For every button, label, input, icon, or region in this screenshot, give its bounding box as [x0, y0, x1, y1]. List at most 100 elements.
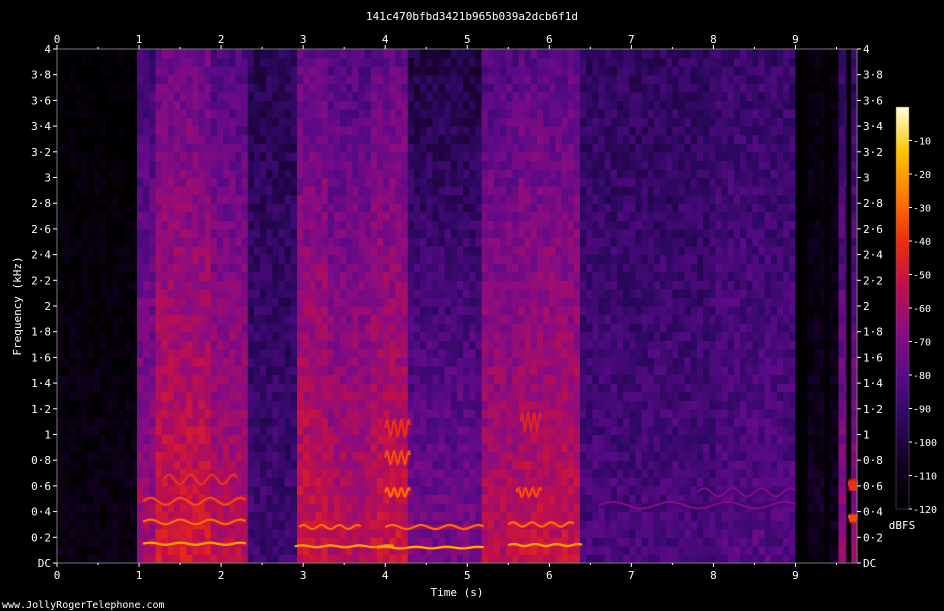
heatmap-cell — [63, 143, 70, 153]
heatmap-cell — [481, 365, 489, 376]
heatmap-cell — [186, 408, 193, 418]
heatmap-cell — [112, 331, 120, 341]
heatmap-cell — [143, 100, 150, 110]
heatmap-cell — [260, 254, 267, 264]
heatmap-cell — [93, 186, 101, 196]
heatmap-cell — [450, 408, 458, 418]
heatmap-cell — [223, 408, 230, 418]
heatmap-cell — [57, 108, 64, 119]
heatmap-cell — [321, 91, 329, 101]
heatmap-cell — [327, 365, 335, 376]
heatmap-cell — [506, 203, 513, 213]
heatmap-cell — [444, 451, 452, 461]
heatmap-cell — [370, 468, 378, 478]
heatmap-cell — [198, 357, 206, 367]
heatmap-cell — [432, 468, 440, 478]
heatmap-cell — [432, 74, 440, 84]
heatmap-cell — [506, 511, 513, 521]
heatmap-cell — [198, 417, 206, 427]
heatmap-cell — [81, 485, 89, 496]
heatmap-cell — [100, 108, 107, 119]
heatmap-cell — [413, 511, 421, 521]
heatmap-cell — [229, 383, 237, 393]
heatmap-cell — [444, 177, 452, 187]
heatmap-cell — [377, 468, 384, 478]
heatmap-cell — [389, 288, 397, 299]
heatmap-cell — [81, 160, 89, 170]
heatmap-cell — [143, 143, 150, 153]
heatmap-cell — [309, 91, 317, 101]
heatmap-cell — [149, 323, 157, 333]
heatmap-cell — [210, 220, 218, 230]
heatmap-cell — [118, 400, 126, 410]
heatmap-cell — [426, 83, 433, 93]
heatmap-cell — [469, 408, 477, 418]
heatmap-cell — [100, 417, 107, 427]
heatmap-cell — [241, 443, 249, 453]
heatmap-cell — [253, 134, 261, 144]
heatmap-cell — [284, 408, 292, 418]
heatmap-cell — [149, 160, 157, 170]
heatmap-cell — [167, 554, 175, 564]
heatmap-cell — [290, 365, 298, 376]
heatmap-cell — [57, 503, 64, 513]
heatmap-cell — [180, 151, 187, 161]
heatmap-cell — [192, 400, 200, 410]
heatmap-cell — [346, 400, 353, 410]
heatmap-cell — [272, 323, 280, 333]
heatmap-cell — [395, 314, 403, 324]
heatmap-cell — [87, 417, 95, 427]
heatmap-cell — [463, 417, 470, 427]
heatmap-cell — [537, 348, 544, 358]
heatmap-cell — [524, 117, 532, 127]
heatmap-cell — [192, 511, 200, 521]
heatmap-cell — [192, 331, 200, 341]
heatmap-cell — [432, 91, 440, 101]
heatmap-cell — [413, 186, 421, 196]
heatmap-cell — [543, 425, 550, 436]
heatmap-cell — [487, 151, 495, 161]
heatmap-cell — [143, 177, 150, 187]
heatmap-cell — [309, 74, 317, 84]
heatmap-cell — [450, 357, 458, 367]
heatmap-cell — [284, 177, 292, 187]
heatmap-cell — [500, 460, 507, 470]
heatmap-cell — [130, 254, 138, 264]
heatmap-cell — [266, 374, 273, 384]
heatmap-cell — [364, 254, 372, 264]
heatmap-cell — [309, 434, 317, 444]
heatmap-cell — [167, 186, 175, 196]
heatmap-cell — [69, 537, 77, 547]
heatmap-cell — [487, 451, 495, 461]
heatmap-cell — [180, 443, 187, 453]
heatmap-cell — [315, 151, 323, 161]
heatmap-cell — [229, 126, 237, 136]
heatmap-cell — [549, 434, 557, 444]
heatmap-cell — [333, 408, 341, 418]
heatmap-cell — [432, 297, 440, 307]
heatmap-cell — [112, 520, 120, 530]
heatmap-cell — [278, 108, 286, 119]
heatmap-cell — [260, 425, 267, 436]
heatmap-cell — [284, 357, 292, 367]
heatmap-cell — [549, 49, 557, 59]
heatmap-cell — [186, 194, 193, 204]
heatmap-cell — [487, 545, 495, 556]
heatmap-cell — [210, 186, 218, 196]
heatmap-cell — [561, 117, 569, 127]
heatmap-cell — [463, 485, 470, 496]
heatmap-cell — [438, 468, 446, 478]
heatmap-cell — [186, 151, 193, 161]
heatmap-cell — [112, 357, 120, 367]
heatmap-cell — [278, 237, 286, 247]
heatmap-cell — [75, 228, 83, 239]
heatmap-cell — [481, 66, 489, 76]
heatmap-cell — [346, 246, 353, 256]
heatmap-cell — [118, 306, 126, 316]
heatmap-cell — [130, 66, 138, 76]
heatmap-cell — [315, 511, 323, 521]
heatmap-cell — [567, 528, 575, 538]
heatmap-cell — [303, 66, 310, 76]
heatmap-cell — [229, 246, 237, 256]
heatmap-cell — [450, 203, 458, 213]
